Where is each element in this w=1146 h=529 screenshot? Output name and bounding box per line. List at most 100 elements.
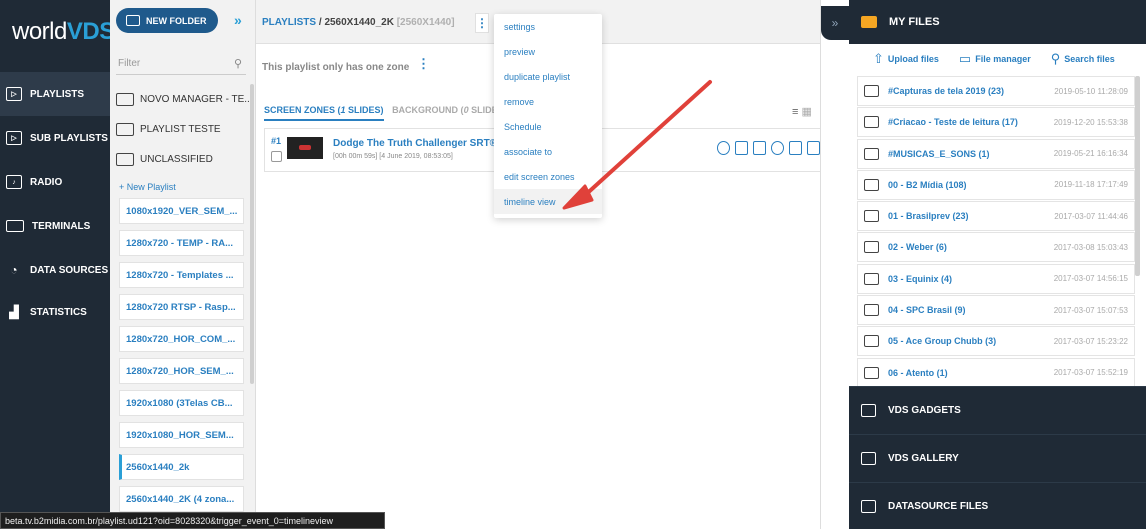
file-folder-row[interactable]: 04 - SPC Brasil (9) 2017-03-07 15:07:53 xyxy=(857,295,1135,326)
file-folder-row[interactable]: 02 - Weber (6) 2017-03-08 15:03:43 xyxy=(857,232,1135,263)
menu-item-duplicate[interactable]: duplicate playlist xyxy=(494,64,602,89)
file-manager-button[interactable]: ▭ File manager xyxy=(959,51,1031,67)
folder-icon xyxy=(864,210,879,223)
clock-icon[interactable] xyxy=(771,141,784,155)
new-folder-button[interactable]: NEW FOLDER xyxy=(116,8,218,33)
file-folder-row[interactable]: 06 - Atento (1) 2017-03-07 15:52:19 xyxy=(857,357,1135,388)
upload-files-button[interactable]: ⇧ Upload files xyxy=(873,51,939,67)
copy-icon[interactable] xyxy=(753,141,766,155)
menu-item-schedule[interactable]: Schedule xyxy=(494,114,602,139)
file-folder-row[interactable]: 05 - Ace Group Chubb (3) 2017-03-07 15:23… xyxy=(857,326,1135,357)
playlist-item[interactable]: 1080x1920_VER_SEM_... xyxy=(119,198,244,224)
filter-input[interactable]: Filter ⚲ xyxy=(116,53,246,75)
playlist-item[interactable]: 1280x720_HOR_COM_... xyxy=(119,326,244,352)
file-folder-row[interactable]: #Capturas de tela 2019 (23) 2019-05-10 11… xyxy=(857,76,1135,106)
view-toggle[interactable]: ≡ ▦ xyxy=(792,105,812,118)
folder-date: 2017-03-07 11:44:46 xyxy=(1054,211,1128,221)
files-scrollbar[interactable] xyxy=(1135,76,1140,276)
search-icon: ⚲ xyxy=(1050,51,1061,66)
trash-icon[interactable] xyxy=(807,141,820,155)
folder-item[interactable]: NOVO MANAGER - TE... xyxy=(116,88,253,110)
playlist-item[interactable]: 1920x1080_HOR_SEM... xyxy=(119,422,244,448)
breadcrumb-root[interactable]: PLAYLISTS xyxy=(262,17,316,28)
playlist-item[interactable]: 1280x720 - Templates ... xyxy=(119,262,244,288)
nav-data-sources[interactable]: ◔ DATA SOURCES xyxy=(0,248,110,292)
calendar-icon[interactable] xyxy=(735,141,748,155)
main-nav: worldVDS ▷ PLAYLISTS ▷ SUB PLAYLISTS ♪ R… xyxy=(0,0,115,529)
playlist-item-active[interactable]: 2560x1440_2k xyxy=(119,454,244,480)
tab-background[interactable]: BACKGROUND (0 SLIDES xyxy=(392,105,504,119)
external-link-icon[interactable] xyxy=(789,141,802,155)
file-folder-row[interactable]: #MUSICAS_E_SONS (1) 2019-05-21 16:16:34 xyxy=(857,138,1135,169)
nav-statistics[interactable]: ▟ STATISTICS xyxy=(0,290,110,334)
nav-statistics-label: STATISTICS xyxy=(30,306,87,318)
playlist-icon: ▷ xyxy=(6,87,22,101)
folder-name: #Criacao - Teste de leitura (17) xyxy=(888,117,1018,128)
menu-item-preview[interactable]: preview xyxy=(494,39,602,64)
file-folder-row[interactable]: 00 - B2 Mídia (108) 2019-11-18 17:17:49 xyxy=(857,169,1135,200)
settings-icon[interactable] xyxy=(717,141,730,155)
folder-icon xyxy=(864,178,879,191)
list-view-icon[interactable]: ≡ xyxy=(792,106,798,118)
playlist-options-icon[interactable]: ⋮ xyxy=(475,13,489,33)
section-vds-gallery[interactable]: VDS GALLERY xyxy=(849,434,1146,482)
section-vds-gadgets[interactable]: VDS GADGETS xyxy=(849,386,1146,434)
terminal-icon xyxy=(6,220,24,232)
nav-playlists-label: PLAYLISTS xyxy=(30,88,85,100)
files-panel: » MY FILES ⇧ Upload files ▭ File manager ⚲… xyxy=(820,0,1146,529)
folder-name: 06 - Atento (1) xyxy=(888,367,948,378)
tab-label-prefix: SCREEN ZONES ( xyxy=(264,105,341,115)
folder-icon xyxy=(864,85,879,97)
slide-checkbox[interactable] xyxy=(271,151,282,162)
folder-item[interactable]: UNCLASSIFIED xyxy=(116,148,213,170)
folder-scrollbar[interactable] xyxy=(250,84,254,384)
menu-item-timeline-view[interactable]: timeline view xyxy=(494,189,602,214)
collapse-right-icon[interactable]: » xyxy=(821,6,849,40)
zone-info-text: This playlist only has one zone xyxy=(262,62,410,73)
folder-date: 2017-03-07 15:23:22 xyxy=(1053,336,1128,346)
section-datasource-files[interactable]: DATASOURCE FILES xyxy=(849,482,1146,529)
file-folder-row[interactable]: 01 - Brasilprev (23) 2017-03-07 11:44:46 xyxy=(857,201,1135,232)
nav-sub-playlists[interactable]: ▷ SUB PLAYLISTS xyxy=(0,116,110,160)
tab-label-suffix: SLIDES) xyxy=(345,105,384,115)
worldvds-logo[interactable]: worldVDS xyxy=(12,18,115,46)
folder-icon xyxy=(864,366,879,379)
collapse-panel-icon[interactable]: » xyxy=(234,12,242,28)
file-folder-row[interactable]: 03 - Equinix (4) 2017-03-07 14:56:15 xyxy=(857,263,1135,294)
folder-icon: ▭ xyxy=(958,51,972,66)
playlist-item[interactable]: 2560x1440_2K (4 zona... xyxy=(119,486,244,512)
folder-name: 05 - Ace Group Chubb (3) xyxy=(888,336,997,347)
add-folder-icon xyxy=(126,15,140,26)
slide-title[interactable]: Dodge The Truth Challenger SRT® D xyxy=(333,138,507,149)
folder-icon xyxy=(864,116,879,129)
zone-options-icon[interactable]: ⋮ xyxy=(417,56,430,72)
nav-terminals[interactable]: TERMINALS xyxy=(0,204,110,248)
playlist-item[interactable]: 1280x720 - TEMP - RA... xyxy=(119,230,244,256)
folder-date: 2019-05-21 16:16:34 xyxy=(1053,149,1128,159)
folder-icon xyxy=(116,122,134,136)
folder-date: 2017-03-07 15:52:19 xyxy=(1053,368,1128,378)
nav-radio[interactable]: ♪ RADIO xyxy=(0,160,110,204)
new-folder-label: NEW FOLDER xyxy=(146,15,207,26)
playlist-item[interactable]: 1280x720_HOR_SEM_... xyxy=(119,358,244,384)
menu-item-associate[interactable]: associate to xyxy=(494,139,602,164)
folder-date: 2017-03-07 14:56:15 xyxy=(1053,274,1128,284)
menu-item-settings[interactable]: settings xyxy=(494,14,602,39)
folder-icon xyxy=(864,241,879,254)
folder-label: UNCLASSIFIED xyxy=(140,153,213,165)
gallery-icon xyxy=(861,452,876,465)
folder-item[interactable]: PLAYLIST TESTE xyxy=(116,118,221,140)
menu-item-remove[interactable]: remove xyxy=(494,89,602,114)
nav-playlists[interactable]: ▷ PLAYLISTS xyxy=(0,72,110,116)
section-label: DATASOURCE FILES xyxy=(888,501,989,512)
tab-screen-zones[interactable]: SCREEN ZONES (1 SLIDES) xyxy=(264,105,384,121)
search-files-button[interactable]: ⚲ Search files xyxy=(1051,51,1115,67)
folder-name: 01 - Brasilprev (23) xyxy=(888,211,969,222)
playlist-item[interactable]: 1920x1080 (3Telas CB... xyxy=(119,390,244,416)
grid-view-icon[interactable]: ▦ xyxy=(801,106,811,118)
file-folder-row[interactable]: #Criacao - Teste de leitura (17) 2019-12-… xyxy=(857,107,1135,138)
playlist-item[interactable]: 1280x720 RTSP - Rasp... xyxy=(119,294,244,320)
folder-name: 03 - Equinix (4) xyxy=(888,273,953,284)
menu-item-edit-zones[interactable]: edit screen zones xyxy=(494,164,602,189)
new-playlist-link[interactable]: + New Playlist xyxy=(119,182,176,192)
